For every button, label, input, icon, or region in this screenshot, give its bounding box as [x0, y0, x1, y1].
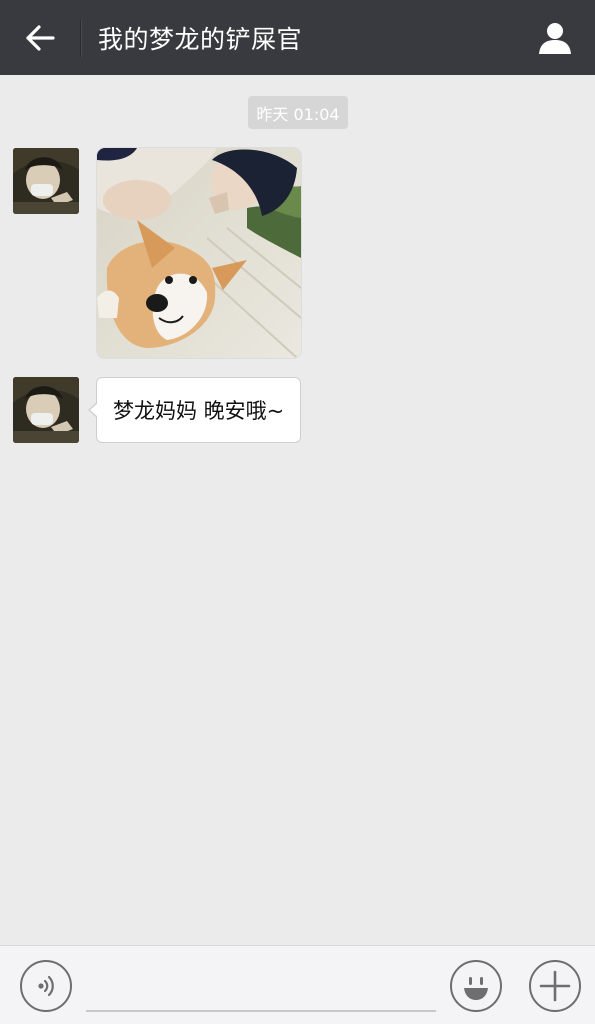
more-options-button[interactable] — [529, 960, 581, 1012]
chat-area[interactable]: 昨天 01:04 梦龙妈妈 晚安哦~ — [0, 75, 595, 945]
header-divider — [80, 18, 81, 57]
message-input[interactable] — [86, 966, 436, 1012]
message-input-bar — [0, 945, 595, 1024]
smiley-icon — [464, 977, 488, 1000]
top-nav-bar: 我的梦龙的铲屎官 — [0, 0, 595, 75]
chat-title: 我的梦龙的铲屎官 — [98, 24, 303, 54]
back-button[interactable] — [0, 0, 80, 75]
arrow-left-icon — [26, 24, 55, 51]
avatar-image — [13, 148, 79, 214]
contact-avatar[interactable] — [13, 377, 79, 443]
voice-icon — [38, 975, 54, 997]
message-timestamp: 昨天 01:04 — [248, 96, 348, 129]
contact-avatar[interactable] — [13, 148, 79, 214]
image-message[interactable] — [97, 148, 301, 358]
emoji-button[interactable] — [450, 960, 502, 1012]
voice-input-button[interactable] — [20, 960, 72, 1012]
shared-photo — [97, 148, 301, 358]
message-text: 梦龙妈妈 晚安哦~ — [113, 399, 285, 423]
person-icon — [539, 22, 571, 54]
avatar-image — [13, 377, 79, 443]
plus-icon — [539, 970, 571, 1002]
text-message-bubble[interactable]: 梦龙妈妈 晚安哦~ — [87, 377, 302, 443]
chat-info-button[interactable] — [515, 0, 595, 75]
